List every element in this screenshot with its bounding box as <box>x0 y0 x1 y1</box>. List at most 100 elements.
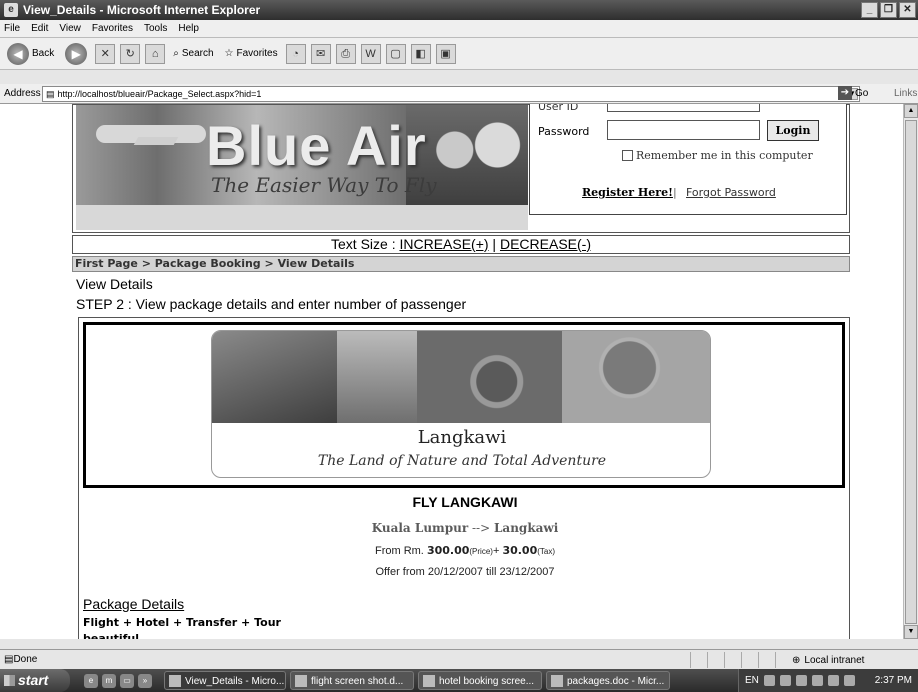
page-content: Blue Air The Easier Way To Fly User ID P… <box>0 104 903 639</box>
airplane-wing-graphic <box>133 137 179 145</box>
user-id-input[interactable] <box>607 104 760 112</box>
password-input[interactable] <box>607 120 760 140</box>
history-icon[interactable]: ◔ <box>285 43 306 64</box>
offer-from-date: 20/12/2007 <box>427 566 483 578</box>
menu-edit[interactable]: Edit <box>31 23 48 34</box>
forward-arrow-icon: ▶ <box>65 42 88 65</box>
refresh-icon[interactable]: ↻ <box>120 43 141 64</box>
go-button[interactable]: ➔ Go <box>838 86 868 100</box>
menu-tools[interactable]: Tools <box>144 23 167 34</box>
volume-icon[interactable] <box>827 675 839 686</box>
language-indicator[interactable]: EN <box>745 675 759 686</box>
go-arrow-icon: ➔ <box>838 86 852 100</box>
network-icon[interactable] <box>811 675 823 686</box>
menu-file[interactable]: File <box>4 23 20 34</box>
route-to: Langkawi <box>493 521 559 535</box>
word-task-icon <box>295 675 307 687</box>
folder-quicklaunch-icon[interactable]: ▭ <box>120 673 134 688</box>
breadcrumb-package-booking[interactable]: Package Booking <box>155 257 261 270</box>
breadcrumb-first-page[interactable]: First Page <box>75 257 138 270</box>
scroll-up-icon[interactable]: ▲ <box>904 104 918 118</box>
task-hotel-doc[interactable]: hotel booking scree... <box>418 671 542 690</box>
tray-icon[interactable] <box>779 675 791 686</box>
link-separator: | <box>673 186 677 199</box>
menu-view[interactable]: View <box>59 23 81 34</box>
task-flight-doc[interactable]: flight screen shot.d... <box>290 671 414 690</box>
login-button[interactable]: Login <box>767 120 819 141</box>
messenger-quicklaunch-icon[interactable]: m <box>102 673 116 688</box>
forward-button[interactable]: ▶ <box>62 42 90 66</box>
breadcrumb: First Page > Package Booking > View Deta… <box>72 256 850 272</box>
minimize-icon[interactable]: _ <box>861 2 878 18</box>
decrease-text-link[interactable]: DECREASE(-) <box>500 236 591 252</box>
route-arrow: --> <box>468 521 494 535</box>
restore-icon[interactable]: ❐ <box>880 2 897 18</box>
address-bar: Address ▤ http://localhost/blueair/Packa… <box>0 84 918 104</box>
security-icon[interactable] <box>843 675 855 686</box>
remember-checkbox[interactable] <box>622 150 633 161</box>
image-subcaption: The Land of Nature and Total Adventure <box>317 453 607 469</box>
menu-help[interactable]: Help <box>178 23 199 34</box>
mail-icon[interactable]: ✉ <box>310 43 331 64</box>
clock: 2:37 PM <box>874 675 912 686</box>
stop-icon[interactable]: ✕ <box>95 43 116 64</box>
offer-mid: till <box>482 566 500 578</box>
task-label: View_Details - Micro... <box>185 676 285 687</box>
price-tag: (Price) <box>469 547 493 556</box>
address-label: Address <box>4 88 41 99</box>
task-label: hotel booking scree... <box>439 676 535 687</box>
chevron-right-icon[interactable]: » <box>138 673 152 688</box>
tray-icon[interactable] <box>795 675 807 686</box>
scroll-down-icon[interactable]: ▼ <box>904 625 918 639</box>
offer-prefix: Offer from <box>375 566 428 578</box>
favorites-button[interactable]: ☆ Favorites <box>222 42 281 66</box>
register-link[interactable]: Register Here! <box>582 186 673 199</box>
step-instructions: STEP 2 : View package details and enter … <box>76 296 467 312</box>
home-icon[interactable]: ⌂ <box>145 43 166 64</box>
vertical-scrollbar[interactable]: ▲ ▼ <box>903 104 918 639</box>
menu-favorites[interactable]: Favorites <box>92 23 133 34</box>
forgot-password-link[interactable]: Forgot Password <box>686 186 776 199</box>
task-view-details[interactable]: View_Details - Micro... <box>164 671 286 690</box>
scroll-thumb[interactable] <box>905 120 917 624</box>
remember-me[interactable]: Remember me in this computer <box>622 149 813 162</box>
task-label: packages.doc - Micr... <box>567 676 665 687</box>
price-plus: + <box>492 545 503 557</box>
discuss-icon[interactable]: ▢ <box>385 43 406 64</box>
text-size-control: Text Size : INCREASE(+) | DECREASE(-) <box>72 235 850 254</box>
start-button[interactable]: start <box>0 669 70 692</box>
remember-label: Remember me in this computer <box>636 149 813 162</box>
search-button[interactable]: ⌕ Search <box>170 42 216 66</box>
close-icon[interactable]: ✕ <box>899 2 916 18</box>
tax-value: 30.00 <box>502 544 538 557</box>
print-icon[interactable]: ⎙ <box>335 43 356 64</box>
security-zone: ⊕ Local intranet <box>792 652 864 668</box>
photo-building <box>212 331 337 423</box>
address-input[interactable]: ▤ http://localhost/blueair/Package_Selec… <box>42 86 860 102</box>
task-packages-doc[interactable]: packages.doc - Micr... <box>546 671 670 690</box>
package-name: FLY LANGKAWI <box>412 494 518 510</box>
package-image-frame: Langkawi The Land of Nature and Total Ad… <box>83 322 845 488</box>
route-from: Kuala Lumpur <box>371 521 469 535</box>
research-icon[interactable]: ◧ <box>410 43 431 64</box>
task-label: flight screen shot.d... <box>311 676 404 687</box>
package-details-line: beautiful <box>83 632 140 639</box>
text-size-label: Text Size : <box>331 236 400 252</box>
links-button[interactable]: Links <box>894 88 917 99</box>
window-title: View_Details - Microsoft Internet Explor… <box>23 3 261 17</box>
tray-icon[interactable] <box>763 675 775 686</box>
ie-quicklaunch-icon[interactable]: e <box>84 673 98 688</box>
status-bar: ▤ Done ⊕ Local intranet <box>0 649 918 669</box>
increase-text-link[interactable]: INCREASE(+) <box>399 236 488 252</box>
user-id-label: User ID <box>538 104 579 113</box>
go-label: Go <box>855 87 869 99</box>
status-text: Done <box>13 654 38 665</box>
window-titlebar: e View_Details - Microsoft Internet Expl… <box>0 0 918 20</box>
back-button[interactable]: ◀ Back <box>4 42 57 66</box>
edit-icon[interactable]: W <box>360 43 381 64</box>
site-banner: Blue Air The Easier Way To Fly User ID P… <box>72 104 850 233</box>
password-label: Password <box>538 125 590 138</box>
browser-toolbar: ◀ Back ▶ ✕ ↻ ⌂ ⌕ Search ☆ Favorites ◔ ✉ … <box>0 38 918 70</box>
package-details-line: Flight + Hotel + Transfer + Tour <box>83 616 281 629</box>
messenger-icon[interactable]: ▣ <box>435 43 456 64</box>
